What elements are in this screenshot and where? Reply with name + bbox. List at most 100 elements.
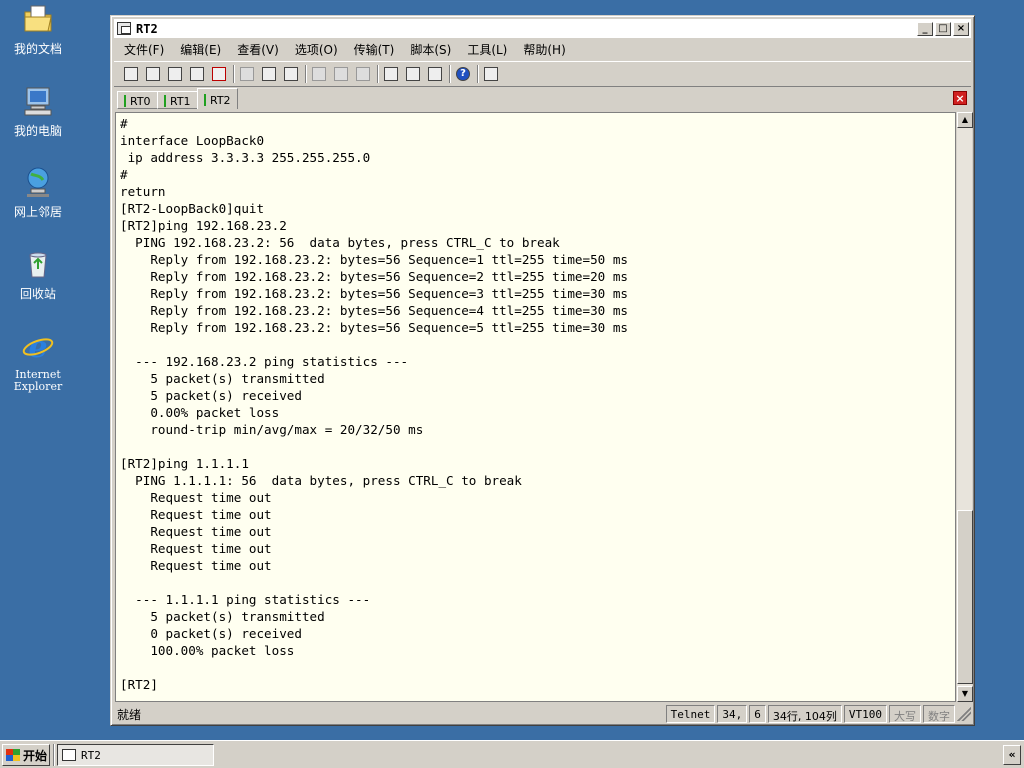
- terminal-line: PING 192.168.23.2: 56 data bytes, press …: [120, 235, 560, 250]
- scroll-up-icon[interactable]: ▲: [957, 112, 973, 128]
- status-ready: 就绪: [117, 707, 142, 722]
- menu-view[interactable]: 查看(V): [237, 41, 279, 58]
- internet-explorer-icon: e: [22, 330, 54, 365]
- find-icon[interactable]: [280, 64, 302, 84]
- terminal-line: Request time out: [120, 524, 272, 539]
- terminal-output: # interface LoopBack0 ip address 3.3.3.3 …: [120, 115, 628, 693]
- terminal-line: [RT2]ping 192.168.23.2: [120, 218, 287, 233]
- desktop-icon-my-computer[interactable]: 我的电脑: [0, 84, 76, 138]
- window-controls: _ □ ×: [917, 21, 969, 36]
- terminal-line: Request time out: [120, 541, 272, 556]
- copy-icon[interactable]: [236, 64, 258, 84]
- status-num: 数字: [923, 705, 955, 723]
- connect-icon[interactable]: [120, 64, 142, 84]
- terminal-line: [RT2-LoopBack0]quit: [120, 201, 265, 216]
- terminal-line: Reply from 192.168.23.2: bytes=56 Sequen…: [120, 286, 628, 301]
- reconnect-icon[interactable]: [186, 64, 208, 84]
- toolbar: ?: [114, 61, 971, 87]
- vertical-scrollbar[interactable]: ▲ ▼: [956, 112, 973, 702]
- print-selection-icon[interactable]: [330, 64, 352, 84]
- terminal-line: 0 packet(s) received: [120, 626, 302, 641]
- desktop-icon-my-documents[interactable]: 我的文档: [0, 2, 76, 56]
- svg-text:e: e: [28, 330, 47, 363]
- quick-connect-icon[interactable]: [142, 64, 164, 84]
- window-title: RT2: [136, 21, 158, 36]
- menu-options[interactable]: 选项(O): [295, 41, 338, 58]
- terminal-area[interactable]: # interface LoopBack0 ip address 3.3.3.3 …: [115, 112, 956, 702]
- terminal-line: 5 packet(s) transmitted: [120, 371, 325, 386]
- network-places-icon: [27, 167, 49, 197]
- status-emulation: VT100: [843, 705, 887, 723]
- close-button[interactable]: ×: [953, 21, 969, 36]
- folder-documents-icon: [24, 5, 52, 32]
- terminal-line: Reply from 192.168.23.2: bytes=56 Sequen…: [120, 269, 628, 284]
- terminal-line: PING 1.1.1.1: 56 data bytes, press CTRL_…: [120, 473, 522, 488]
- status-cursor-col: 6: [749, 705, 766, 723]
- help-icon[interactable]: ?: [452, 64, 474, 84]
- tab-rt1[interactable]: RT1: [157, 91, 198, 109]
- tab-rt0[interactable]: RT0: [117, 91, 158, 109]
- terminal-line: ip address 3.3.3.3 255.255.255.0: [120, 150, 371, 165]
- terminal-line: round-trip min/avg/max = 20/32/50 ms: [120, 422, 424, 437]
- terminal-line: Reply from 192.168.23.2: bytes=56 Sequen…: [120, 303, 628, 318]
- status-protocol: Telnet: [665, 705, 716, 723]
- connect-tab-icon[interactable]: [164, 64, 186, 84]
- terminal-line: [RT2]: [120, 677, 158, 692]
- menu-help[interactable]: 帮助(H): [523, 41, 565, 58]
- tab-rt2[interactable]: RT2: [197, 88, 238, 109]
- tab-label: RT1: [170, 94, 191, 108]
- disconnect-icon[interactable]: [208, 64, 230, 84]
- maximize-button[interactable]: □: [935, 21, 951, 36]
- terminal-line: 5 packet(s) transmitted: [120, 609, 325, 624]
- terminal-line: --- 192.168.23.2 ping statistics ---: [120, 354, 409, 369]
- menu-file[interactable]: 文件(F): [124, 41, 164, 58]
- terminal-line: 100.00% packet loss: [120, 643, 295, 658]
- session-options-icon[interactable]: [380, 64, 402, 84]
- recycle-bin-icon: [29, 252, 47, 278]
- menu-script[interactable]: 脚本(S): [410, 41, 451, 58]
- tab-status-mark: [204, 94, 206, 106]
- start-label: 开始: [23, 748, 48, 763]
- tray-expand-icon[interactable]: «: [1003, 745, 1021, 765]
- start-button[interactable]: 开始: [2, 744, 50, 766]
- terminal-line: [RT2]ping 1.1.1.1: [120, 456, 249, 471]
- app-icon: [62, 749, 76, 761]
- menu-tools[interactable]: 工具(L): [467, 41, 507, 58]
- desktop-icon-label: 网上邻居: [13, 205, 62, 219]
- taskbar-button-rt2[interactable]: RT2: [57, 744, 214, 766]
- securecrt-window: RT2 _ □ × 文件(F) 编辑(E) 查看(V) 选项(O) 传输(T) …: [110, 15, 975, 726]
- global-options-icon[interactable]: [402, 64, 424, 84]
- desktop-icon-recycle-bin[interactable]: 回收站: [0, 247, 76, 301]
- desktop-icon-label: 回收站: [19, 287, 56, 301]
- resize-grip-icon[interactable]: [957, 707, 971, 721]
- tab-label: RT0: [130, 94, 151, 108]
- terminal-line: Request time out: [120, 558, 272, 573]
- terminal-line: #: [120, 116, 128, 131]
- print-screen-icon[interactable]: [352, 64, 374, 84]
- status-bar: 就绪 Telnet 34, 6 34行, 104列 VT100 大写 数字: [114, 704, 971, 724]
- paste-icon[interactable]: [258, 64, 280, 84]
- app-icon: [117, 22, 131, 35]
- terminal-line: return: [120, 184, 166, 199]
- close-tab-icon[interactable]: ×: [953, 91, 967, 105]
- desktop-icon-network-places[interactable]: 网上邻居: [0, 165, 76, 219]
- terminal-line: Request time out: [120, 490, 272, 505]
- minimize-button[interactable]: _: [917, 21, 933, 36]
- status-cursor-row: 34,: [717, 705, 748, 723]
- session-tabs: RT0 RT1 RT2 ×: [114, 88, 971, 110]
- desktop-icon-label: 我的电脑: [13, 124, 62, 138]
- desktop-icon-internet-explorer[interactable]: e Internet Explorer: [0, 329, 76, 393]
- menu-transfer[interactable]: 传输(T): [354, 41, 395, 58]
- keyboard-icon[interactable]: [480, 64, 502, 84]
- windows-logo-icon: [6, 749, 20, 761]
- scroll-thumb[interactable]: [957, 510, 973, 684]
- print-icon[interactable]: [308, 64, 330, 84]
- desktop-icon-label: 我的文档: [13, 42, 62, 56]
- title-bar[interactable]: RT2 _ □ ×: [114, 19, 971, 38]
- menu-edit[interactable]: 编辑(E): [180, 41, 221, 58]
- scroll-down-icon[interactable]: ▼: [957, 686, 973, 702]
- computer-icon: [24, 87, 52, 116]
- key-map-icon[interactable]: [424, 64, 446, 84]
